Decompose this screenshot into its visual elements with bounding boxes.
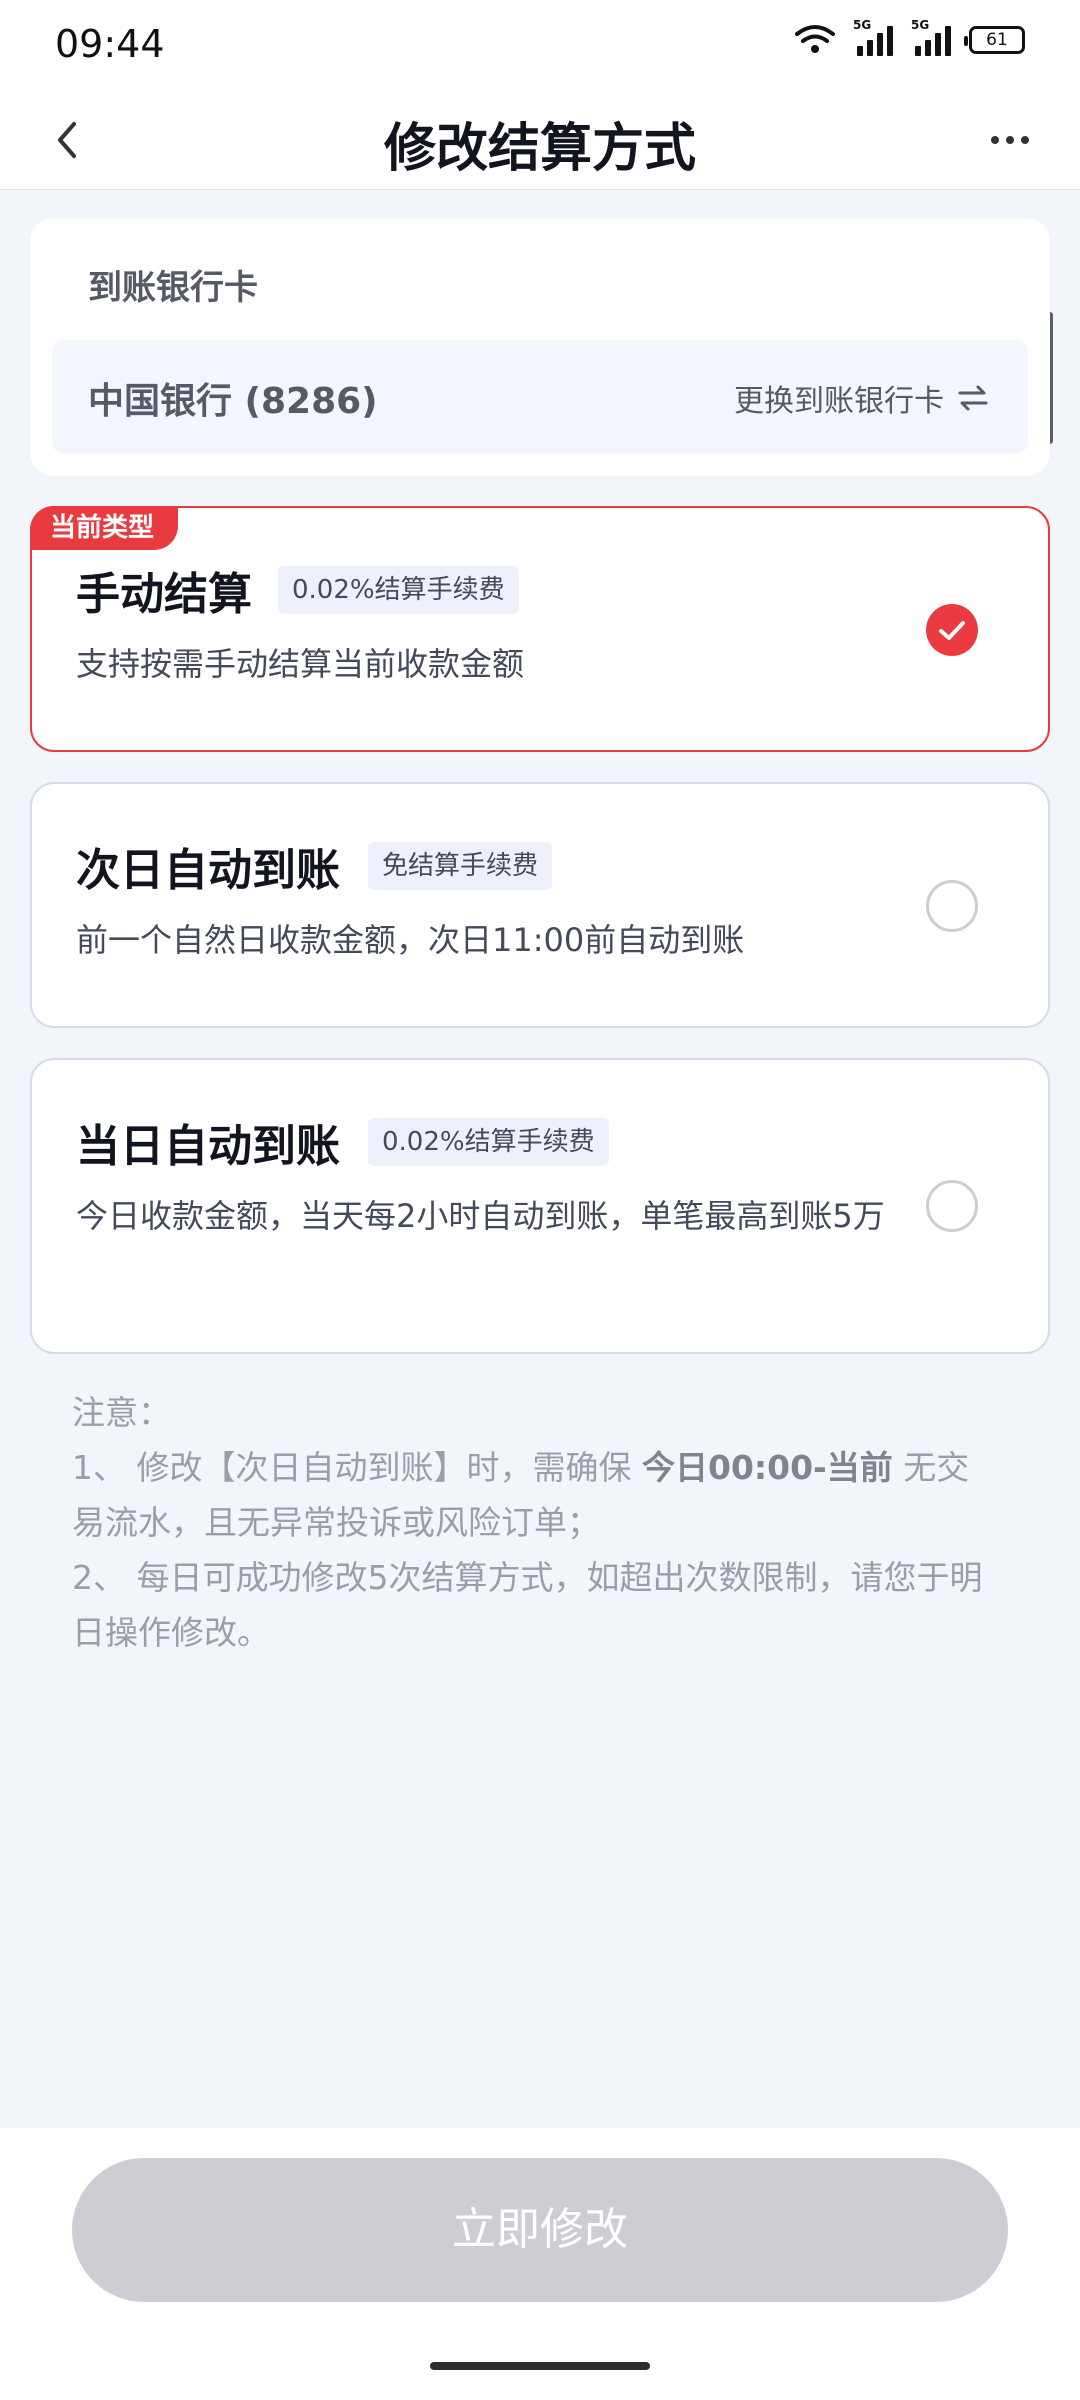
- option-description: 今日收款金额，当天每2小时自动到账，单笔最高到账5万: [76, 1197, 885, 1235]
- more-button[interactable]: [980, 110, 1040, 170]
- signal-label: 5G: [911, 18, 930, 32]
- bank-section-header: 到账银行卡: [88, 268, 258, 308]
- notice-heading: 注意：: [72, 1393, 171, 1432]
- wifi-icon: [795, 25, 835, 53]
- change-bank-label: 更换到账银行卡: [734, 384, 944, 419]
- fee-badge: 0.02%结算手续费: [278, 566, 519, 614]
- home-indicator[interactable]: [430, 2362, 650, 2370]
- more-dots-icon: [991, 136, 999, 144]
- submit-button[interactable]: 立即修改: [72, 2158, 1008, 2302]
- current-type-tag: 当前类型: [30, 506, 179, 550]
- notice-text: 注意： 1、 修改【次日自动到账】时，需确保 今日00:00-当前 无交易流水，…: [72, 1385, 1002, 1660]
- option-next-day-auto[interactable]: 次日自动到账 免结算手续费 前一个自然日收款金额，次日11:00前自动到账: [30, 782, 1050, 1028]
- option-same-day-auto[interactable]: 当日自动到账 0.02%结算手续费 今日收款金额，当天每2小时自动到账，单笔最高…: [30, 1058, 1050, 1354]
- option-description: 支持按需手动结算当前收款金额: [76, 645, 525, 683]
- status-icons: 5G 5G 61: [795, 18, 1025, 56]
- notice-line-1-bold: 今日00:00-当前: [641, 1448, 893, 1487]
- option-description: 前一个自然日收款金额，次日11:00前自动到账: [76, 921, 745, 959]
- status-time: 09:44: [55, 22, 165, 66]
- bank-name: 中国银行 (8286): [88, 381, 378, 422]
- page-title: 修改结算方式: [383, 119, 696, 179]
- change-bank-button[interactable]: 更换到账银行卡: [734, 376, 988, 420]
- radio-unchecked[interactable]: [926, 1180, 978, 1232]
- nav-bar: 修改结算方式: [0, 90, 1080, 190]
- bank-card-section: 到账银行卡 中国银行 (8286) 更换到账银行卡: [30, 218, 1050, 476]
- swap-icon: [958, 385, 988, 411]
- option-title: 手动结算: [76, 569, 252, 620]
- option-title: 次日自动到账: [76, 845, 340, 896]
- check-icon: [939, 621, 965, 640]
- cellular-signal-icon: 5G: [911, 18, 951, 56]
- notice-line-1: 1、 修改【次日自动到账】时，需确保 今日00:00-当前 无交易流水，且无异常…: [72, 1440, 1002, 1550]
- status-bar: 09:44 5G 5G 61: [0, 0, 1080, 90]
- radio-unchecked[interactable]: [926, 880, 978, 932]
- more-dots-icon: [1006, 136, 1014, 144]
- more-dots-icon: [1021, 136, 1029, 144]
- fee-badge: 免结算手续费: [368, 842, 553, 890]
- notice-line-2: 2、 每日可成功修改5次结算方式，如超出次数限制，请您于明日操作修改。: [72, 1558, 983, 1652]
- option-manual-settlement[interactable]: 当前类型 手动结算 0.02%结算手续费 支持按需手动结算当前收款金额: [30, 506, 1050, 752]
- signal-label: 5G: [853, 18, 872, 32]
- bank-account-row: 中国银行 (8286) 更换到账银行卡: [52, 340, 1028, 454]
- radio-checked[interactable]: [926, 604, 978, 656]
- notice-line-1-prefix: 1、 修改【次日自动到账】时，需确保: [72, 1448, 642, 1487]
- cellular-signal-icon: 5G: [853, 18, 893, 56]
- battery-icon: 61: [964, 26, 1025, 54]
- fee-badge: 0.02%结算手续费: [368, 1118, 609, 1166]
- option-title: 当日自动到账: [76, 1121, 340, 1172]
- bottom-action-bar: 立即修改: [0, 2128, 1080, 2400]
